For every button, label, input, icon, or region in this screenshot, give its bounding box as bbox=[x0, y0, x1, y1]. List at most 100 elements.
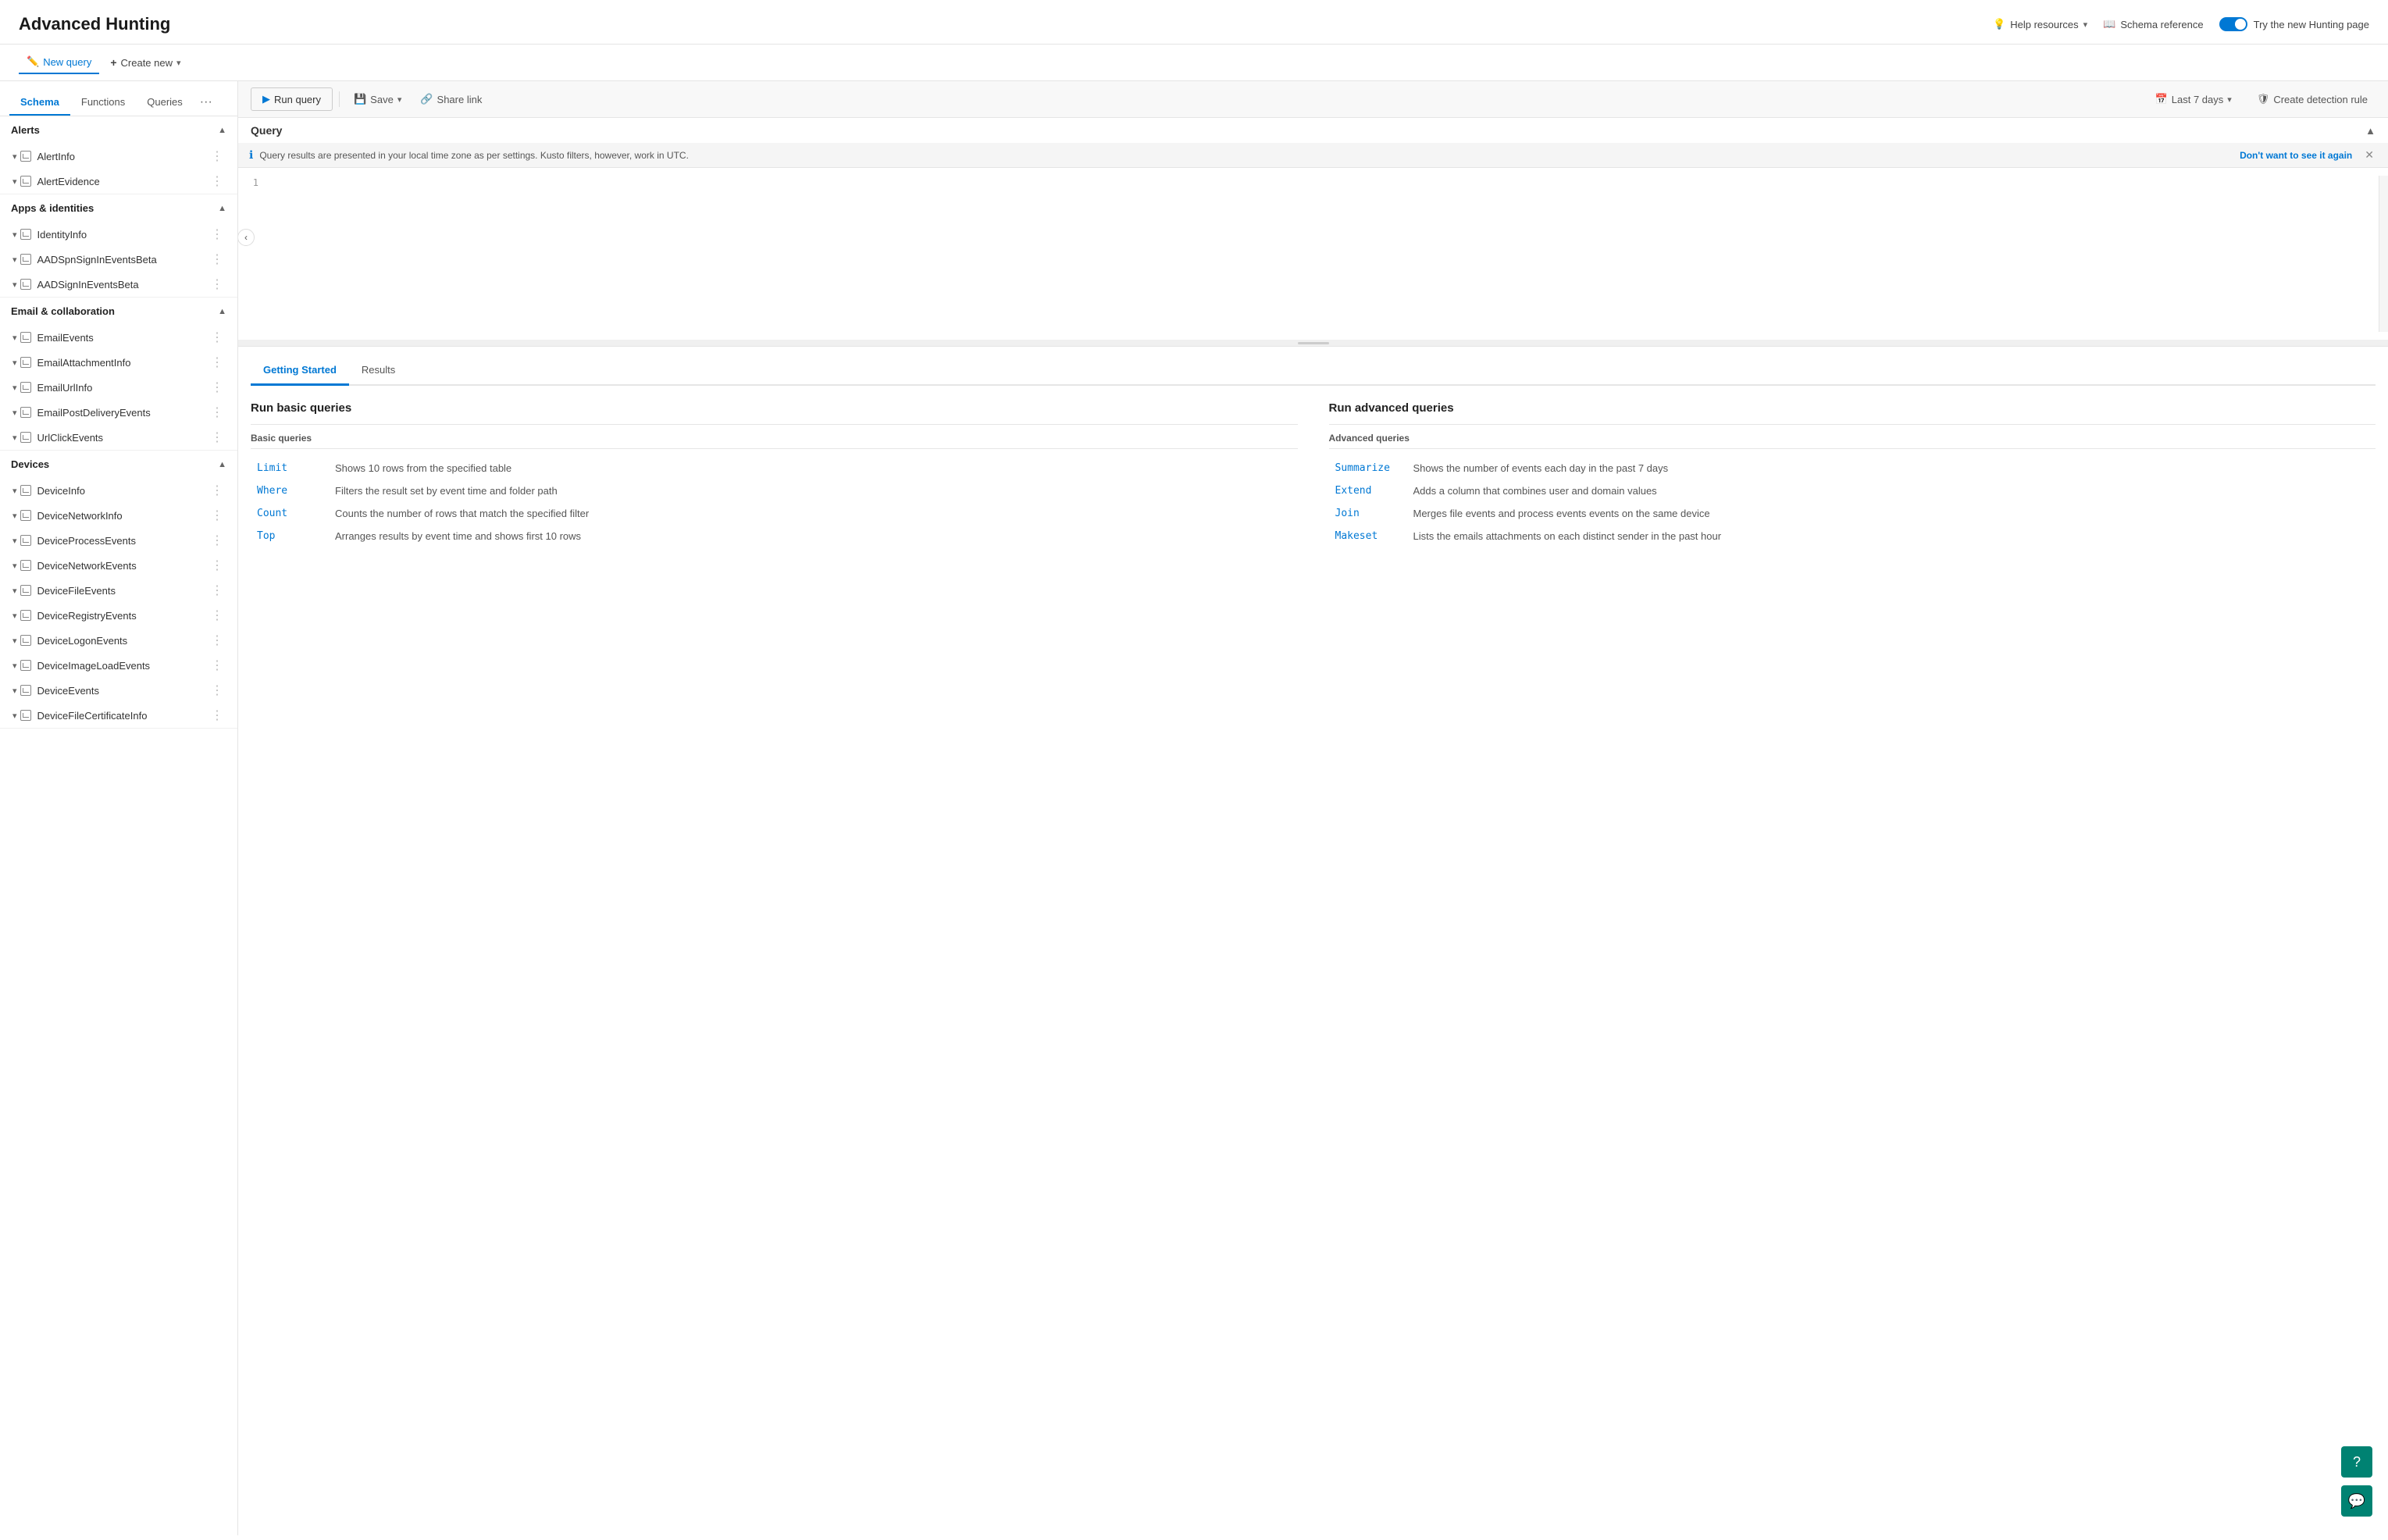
basic-queries-column: Run basic queries Basic queries LimitSho… bbox=[251, 401, 1298, 547]
schema-item-deviceprocess[interactable]: ▾ DeviceProcessEvents ⋮ bbox=[0, 528, 237, 553]
schema-item-devicelogon[interactable]: ▾ DeviceLogonEvents ⋮ bbox=[0, 628, 237, 653]
table-icon bbox=[20, 660, 31, 671]
table-icon bbox=[20, 357, 31, 368]
schema-item-deviceinfo[interactable]: ▾ DeviceInfo ⋮ bbox=[0, 478, 237, 503]
table-icon bbox=[20, 585, 31, 596]
table-row: TopArranges results by event time and sh… bbox=[251, 525, 1298, 547]
schema-item-emailurl[interactable]: ▾ EmailUrlInfo ⋮ bbox=[0, 375, 237, 400]
run-query-button[interactable]: ▶ Run query bbox=[251, 87, 333, 111]
line-numbers: 1 bbox=[238, 176, 266, 332]
save-button[interactable]: 💾 Save ▾ bbox=[346, 88, 409, 110]
more-options-icon[interactable]: ⋮ bbox=[208, 355, 226, 370]
schema-reference-button[interactable]: 📖 Schema reference bbox=[2103, 18, 2203, 30]
table-row: LimitShows 10 rows from the specified ta… bbox=[251, 457, 1298, 479]
query-cmd[interactable]: Summarize bbox=[1329, 457, 1407, 479]
more-options-icon[interactable]: ⋮ bbox=[208, 633, 226, 648]
schema-item-devicefile[interactable]: ▾ DeviceFileEvents ⋮ bbox=[0, 578, 237, 603]
more-options-icon[interactable]: ⋮ bbox=[208, 483, 226, 498]
schema-item-emailattachment[interactable]: ▾ EmailAttachmentInfo ⋮ bbox=[0, 350, 237, 375]
more-options-icon[interactable]: ⋮ bbox=[208, 276, 226, 292]
schema-item-urlclick[interactable]: ▾ UrlClickEvents ⋮ bbox=[0, 425, 237, 450]
query-desc: Arranges results by event time and shows… bbox=[329, 525, 1298, 547]
more-options-icon[interactable]: ⋮ bbox=[208, 430, 226, 445]
query-desc: Shows 10 rows from the specified table bbox=[329, 457, 1298, 479]
query-cmd[interactable]: Limit bbox=[251, 457, 329, 479]
schema-item-alertinfo[interactable]: ▾ AlertInfo ⋮ bbox=[0, 144, 237, 169]
schema-item-aadspnsignin[interactable]: ▾ AADSpnSignInEventsBeta ⋮ bbox=[0, 247, 237, 272]
query-label: Query ▲ bbox=[238, 118, 2388, 143]
more-options-icon[interactable]: ⋮ bbox=[208, 558, 226, 573]
query-cmd[interactable]: Join bbox=[1329, 502, 1407, 525]
help-button[interactable]: ? bbox=[2341, 1446, 2372, 1478]
apps-identities-group-header[interactable]: Apps & identities ▲ bbox=[0, 194, 237, 222]
query-cmd[interactable]: Count bbox=[251, 502, 329, 525]
help-resources-button[interactable]: 💡 Help resources ▾ bbox=[1993, 18, 2087, 30]
more-options-icon[interactable]: ⋮ bbox=[208, 330, 226, 345]
schema-item-emailevents[interactable]: ▾ EmailEvents ⋮ bbox=[0, 325, 237, 350]
schema-item-deviceregistry[interactable]: ▾ DeviceRegistryEvents ⋮ bbox=[0, 603, 237, 628]
more-options-icon[interactable]: ⋮ bbox=[208, 226, 226, 242]
more-options-icon[interactable]: ⋮ bbox=[208, 251, 226, 267]
more-options-icon[interactable]: ⋮ bbox=[208, 148, 226, 164]
schema-item-emailpostdelivery[interactable]: ▾ EmailPostDeliveryEvents ⋮ bbox=[0, 400, 237, 425]
tab-queries[interactable]: Queries bbox=[136, 90, 194, 116]
close-info-button[interactable]: ✕ bbox=[2361, 148, 2377, 162]
book-icon: 📖 bbox=[2103, 18, 2115, 30]
schema-item-deviceevents[interactable]: ▾ DeviceEvents ⋮ bbox=[0, 678, 237, 703]
tab-results[interactable]: Results bbox=[349, 356, 408, 386]
email-group-header[interactable]: Email & collaboration ▲ bbox=[0, 298, 237, 325]
expand-icon: ▾ bbox=[12, 383, 17, 393]
tab-getting-started[interactable]: Getting Started bbox=[251, 356, 349, 386]
devices-collapse-icon: ▲ bbox=[218, 460, 226, 469]
tab-schema[interactable]: Schema bbox=[9, 90, 70, 116]
table-icon bbox=[20, 254, 31, 265]
query-cmd[interactable]: Top bbox=[251, 525, 329, 547]
more-options-icon[interactable]: ⋮ bbox=[208, 658, 226, 673]
more-options-icon[interactable]: ⋮ bbox=[208, 708, 226, 723]
more-options-icon[interactable]: ⋮ bbox=[208, 533, 226, 548]
more-options-icon[interactable]: ⋮ bbox=[208, 608, 226, 623]
schema-item-devicenetwork[interactable]: ▾ DeviceNetworkEvents ⋮ bbox=[0, 553, 237, 578]
create-new-button[interactable]: + Create new ▾ bbox=[102, 52, 188, 73]
chat-button[interactable]: 💬 bbox=[2341, 1485, 2372, 1517]
tab-functions[interactable]: Functions bbox=[70, 90, 136, 116]
schema-item-devicenetworkinfo[interactable]: ▾ DeviceNetworkInfo ⋮ bbox=[0, 503, 237, 528]
more-tabs-button[interactable]: ··· bbox=[194, 89, 219, 116]
expand-icon: ▾ bbox=[12, 561, 17, 571]
time-range-button[interactable]: 📅 Last 7 days ▾ bbox=[2147, 90, 2240, 109]
query-cmd[interactable]: Extend bbox=[1329, 479, 1407, 502]
table-icon bbox=[20, 685, 31, 696]
getting-started-panel: Run basic queries Basic queries LimitSho… bbox=[251, 401, 2376, 563]
resize-handle[interactable] bbox=[238, 340, 2388, 346]
table-icon bbox=[20, 510, 31, 521]
query-toolbar-left: ▶ Run query 💾 Save ▾ 🔗 Share link bbox=[251, 87, 490, 111]
alerts-group-header[interactable]: Alerts ▲ bbox=[0, 116, 237, 144]
more-options-icon[interactable]: ⋮ bbox=[208, 405, 226, 420]
share-link-button[interactable]: 🔗 Share link bbox=[412, 88, 490, 110]
more-options-icon[interactable]: ⋮ bbox=[208, 173, 226, 189]
query-desc: Shows the number of events each day in t… bbox=[1407, 457, 2376, 479]
query-cmd[interactable]: Where bbox=[251, 479, 329, 502]
dont-show-again-button[interactable]: Don't want to see it again bbox=[2240, 150, 2352, 161]
schema-item-alertevidence[interactable]: ▾ AlertEvidence ⋮ bbox=[0, 169, 237, 194]
new-query-button[interactable]: ✏️ New query bbox=[19, 51, 99, 74]
query-collapse-button[interactable]: ▲ bbox=[2365, 125, 2376, 137]
schema-item-devicefilecert[interactable]: ▾ DeviceFileCertificateInfo ⋮ bbox=[0, 703, 237, 728]
schema-item-aadsignin[interactable]: ▾ AADSignInEventsBeta ⋮ bbox=[0, 272, 237, 297]
table-row: ExtendAdds a column that combines user a… bbox=[1329, 479, 2376, 502]
toggle-switch[interactable] bbox=[2219, 17, 2247, 31]
create-detection-rule-button[interactable]: 🛡 Create detection rule bbox=[2249, 90, 2376, 109]
devices-group-header[interactable]: Devices ▲ bbox=[0, 451, 237, 478]
play-icon: ▶ bbox=[262, 93, 270, 105]
more-options-icon[interactable]: ⋮ bbox=[208, 380, 226, 395]
query-cmd[interactable]: Makeset bbox=[1329, 525, 1407, 547]
more-options-icon[interactable]: ⋮ bbox=[208, 683, 226, 698]
more-options-icon[interactable]: ⋮ bbox=[208, 508, 226, 523]
query-editor[interactable] bbox=[266, 176, 2379, 332]
try-new-toggle[interactable]: Try the new Hunting page bbox=[2219, 17, 2369, 31]
schema-item-identityinfo[interactable]: ▾ IdentityInfo ⋮ bbox=[0, 222, 237, 247]
schema-item-deviceimageload[interactable]: ▾ DeviceImageLoadEvents ⋮ bbox=[0, 653, 237, 678]
advanced-queries-title: Run advanced queries bbox=[1329, 401, 2376, 415]
sidebar-collapse-button[interactable]: ‹ bbox=[238, 229, 255, 246]
more-options-icon[interactable]: ⋮ bbox=[208, 583, 226, 598]
